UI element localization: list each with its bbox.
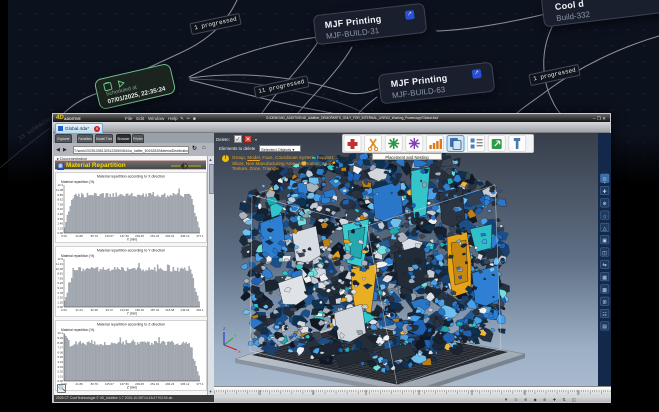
svg-text:▦: ▦	[602, 275, 607, 281]
svg-text:293.23: 293.23	[165, 234, 174, 238]
svg-text:125.67: 125.67	[105, 382, 114, 386]
svg-text:293.23: 293.23	[165, 382, 174, 386]
svg-text:4.92: 4.92	[57, 212, 63, 216]
svg-text:X: X	[238, 349, 241, 354]
svg-text:Z (mm): Z (mm)	[127, 386, 137, 390]
svg-text:⌂: ⌂	[603, 214, 606, 220]
svg-text:6.29: 6.29	[57, 281, 63, 285]
svg-text:377.1: 377.1	[196, 234, 204, 238]
svg-text:⇆: ⇆	[603, 263, 607, 269]
svg-text:93.72: 93.72	[106, 308, 114, 312]
svg-text:☷: ☷	[602, 312, 607, 318]
svg-text:3.78: 3.78	[57, 291, 63, 295]
svg-text:218.68: 218.68	[165, 308, 174, 312]
svg-text:3.03: 3.03	[57, 365, 63, 369]
svg-text:187.43: 187.43	[150, 308, 159, 312]
svg-text:377.1: 377.1	[196, 382, 204, 386]
svg-text:335.12: 335.12	[180, 234, 189, 238]
svg-text:10.06: 10.06	[56, 267, 64, 271]
svg-text:1.26: 1.26	[57, 300, 63, 304]
svg-text:2.52: 2.52	[57, 296, 63, 300]
svg-text:5.04: 5.04	[57, 286, 63, 290]
svg-text:6.16: 6.16	[57, 207, 63, 211]
svg-text:10.1: 10.1	[57, 331, 63, 335]
svg-text:83.79: 83.79	[91, 382, 99, 386]
svg-text:1.23: 1.23	[57, 226, 63, 230]
svg-text:83.79: 83.79	[91, 234, 99, 238]
svg-text:4.04: 4.04	[57, 360, 63, 364]
svg-text:2.02: 2.02	[57, 370, 63, 374]
svg-text:▩: ▩	[602, 287, 607, 293]
svg-text:▤: ▤	[602, 324, 607, 330]
svg-text:Material repartition (%): Material repartition (%)	[61, 254, 94, 258]
svg-text:⊕: ⊕	[603, 201, 607, 207]
svg-text:0.00: 0.00	[61, 308, 67, 312]
svg-text:⊙: ⊙	[603, 177, 607, 183]
svg-text:▣: ▣	[602, 238, 607, 244]
svg-text:251.34: 251.34	[150, 382, 159, 386]
svg-text:Material repartition according: Material repartition according to Z dire…	[97, 323, 165, 327]
svg-text:Y (mm): Y (mm)	[127, 312, 137, 316]
svg-text:335.12: 335.12	[180, 382, 189, 386]
svg-text:Y: Y	[234, 333, 237, 338]
svg-text:8.08: 8.08	[57, 341, 63, 345]
svg-text:41.89: 41.89	[75, 382, 83, 386]
svg-text:7.55: 7.55	[57, 276, 63, 280]
svg-text:11.08: 11.08	[56, 188, 63, 192]
svg-text:9.09: 9.09	[57, 336, 63, 340]
svg-text:△: △	[603, 226, 607, 232]
svg-text:249.92: 249.92	[180, 308, 189, 312]
svg-text:11.31: 11.31	[56, 262, 63, 266]
svg-text:Material repartition according: Material repartition according to X dire…	[97, 175, 165, 179]
svg-text:125.67: 125.67	[105, 234, 114, 238]
svg-text:13 scheduled: 13 scheduled	[17, 114, 54, 141]
svg-text:8.62: 8.62	[57, 198, 63, 202]
svg-text:Material repartition (%): Material repartition (%)	[61, 180, 94, 184]
svg-text:Material repartition according: Material repartition according to Y dire…	[97, 249, 165, 253]
svg-text:2.46: 2.46	[57, 222, 63, 226]
svg-text:6.06: 6.06	[57, 350, 63, 354]
svg-text:0.00: 0.00	[61, 234, 67, 238]
svg-text:3.69: 3.69	[57, 217, 63, 221]
svg-text:31.24: 31.24	[75, 308, 83, 312]
svg-text:7.07: 7.07	[57, 346, 63, 350]
svg-text:281.1: 281.1	[196, 308, 204, 312]
svg-text:12.3: 12.3	[57, 183, 63, 187]
svg-text:62.48: 62.48	[91, 308, 99, 312]
svg-text:1.01: 1.01	[57, 374, 63, 378]
svg-text:✚: ✚	[603, 189, 607, 195]
svg-text:9.85: 9.85	[57, 193, 63, 197]
svg-text:X (mm): X (mm)	[127, 238, 137, 242]
svg-text:⊞: ⊞	[603, 300, 607, 306]
svg-text:◫: ◫	[602, 250, 607, 256]
svg-text:7.39: 7.39	[57, 202, 63, 206]
svg-text:12.5: 12.5	[57, 257, 63, 261]
svg-text:8.81: 8.81	[57, 272, 63, 276]
svg-text:41.89: 41.89	[75, 234, 83, 238]
svg-text:Material repartition (%): Material repartition (%)	[61, 328, 94, 332]
svg-text:251.34: 251.34	[150, 234, 159, 238]
svg-text:5.05: 5.05	[57, 355, 63, 359]
